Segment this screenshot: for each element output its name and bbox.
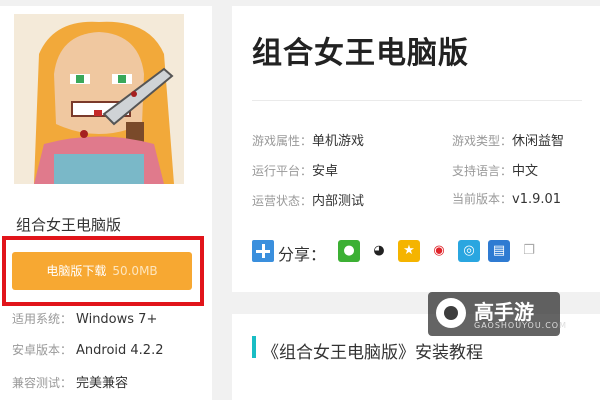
app-name-label: 组合女王电脑版: [16, 216, 122, 234]
attr-value: 安卓: [312, 164, 339, 179]
attr-value: 单机游戏: [312, 134, 365, 149]
spec-value: Windows 7+: [76, 312, 158, 327]
page-title: 组合女王电脑版: [252, 36, 469, 71]
wechat-icon[interactable]: ●: [338, 240, 360, 262]
pc-download-button[interactable]: 电脑版下载 50.0MB: [12, 252, 192, 290]
share-label: 分享：: [278, 245, 327, 264]
attr-label: 支持语言：: [452, 164, 513, 178]
attr-value: 休闲益智: [512, 134, 565, 149]
game-cover-image[interactable]: [14, 14, 184, 184]
copy-icon[interactable]: ❐: [518, 240, 540, 262]
qq-icon[interactable]: ◕: [368, 240, 390, 262]
spec-android-version: 安卓版本： Android 4.2.2: [12, 341, 164, 358]
attr-label: 游戏类型：: [452, 134, 513, 148]
attr-value: 内部测试: [312, 194, 365, 209]
spec-compatibility: 兼容测试： 完美兼容: [12, 372, 128, 391]
spec-label: 兼容测试：: [12, 376, 73, 390]
attr-platform: 运行平台：安卓: [252, 160, 338, 179]
share-plus-icon[interactable]: [252, 240, 274, 262]
attr-status: 运营状态：内部测试: [252, 190, 364, 209]
print-icon[interactable]: ▤: [488, 240, 510, 262]
attr-game-attribute: 游戏属性：单机游戏: [252, 130, 364, 149]
spec-value: Android 4.2.2: [76, 343, 164, 358]
spec-value: 完美兼容: [76, 376, 129, 391]
title-divider: [252, 100, 582, 101]
attr-game-type: 游戏类型：休闲益智: [452, 130, 564, 149]
tutorial-heading[interactable]: 《组合女王电脑版》安装教程: [262, 338, 483, 363]
attr-version: 当前版本：v1.9.01: [452, 190, 561, 207]
attr-label: 运营状态：: [252, 194, 313, 208]
spec-label: 安卓版本：: [12, 343, 73, 357]
weibo-icon[interactable]: ◉: [428, 240, 450, 262]
download-size: 50.0MB: [112, 264, 158, 278]
attr-label: 当前版本：: [452, 192, 513, 206]
spec-os: 适用系统： Windows 7+: [12, 310, 157, 327]
download-label: 电脑版下载: [46, 264, 107, 278]
tutorial-accent-bar: [252, 336, 256, 358]
attr-label: 运行平台：: [252, 164, 313, 178]
attr-language: 支持语言：中文: [452, 160, 538, 179]
attr-label: 游戏属性：: [252, 134, 313, 148]
attr-value: 中文: [512, 164, 539, 179]
attr-value: v1.9.01: [512, 192, 562, 207]
tencent-weibo-icon[interactable]: ◎: [458, 240, 480, 262]
gaoshouyou-logo-icon: [436, 298, 466, 328]
spec-label: 适用系统：: [12, 312, 73, 326]
pixel-girl-illustration: [14, 14, 184, 184]
watermark-domain: GAOSHOUYOU.COM: [474, 321, 568, 330]
qzone-icon[interactable]: ★: [398, 240, 420, 262]
